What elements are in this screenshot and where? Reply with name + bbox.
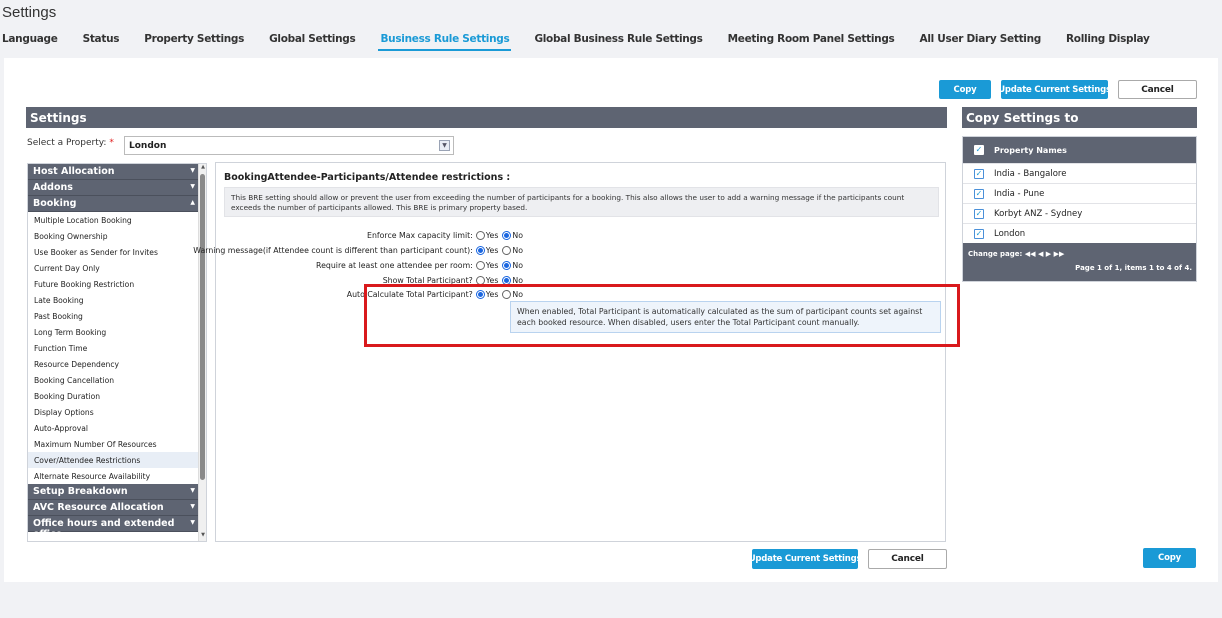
nav-group-office-hours[interactable]: Office hours and extended office ▼ [28,516,199,540]
tab-rolling-display[interactable]: Rolling Display [1064,33,1152,51]
tab-property-settings[interactable]: Property Settings [142,33,246,51]
nav-item-multiple-location-booking[interactable]: Multiple Location Booking [28,212,199,228]
pager-info: Page 1 of 1, items 1 to 4 of 4. [1075,264,1192,272]
table-row: ✓ India - Pune [963,183,1196,203]
page-title: Settings [2,4,57,21]
nav-group-host-allocation[interactable]: Host Allocation ▼ [28,164,199,180]
nav-item-long-term-booking[interactable]: Long Term Booking [28,324,199,340]
highlight-box [364,284,960,347]
settings-tabs: Language Status Property Settings Global… [0,33,1173,51]
copy-properties-table: ✓ Property Names ✓ India - Bangalore ✓ I… [962,136,1197,282]
rule-description: This BRE setting should allow or prevent… [224,187,939,217]
copy-settings-header: Copy Settings to [962,107,1197,128]
table-header: ✓ Property Names [963,137,1196,163]
nav-item-late-booking[interactable]: Late Booking [28,292,199,308]
nav-item-display-options[interactable]: Display Options [28,404,199,420]
nav-scrollbar[interactable]: ▲ ▼ [198,164,206,541]
copy-button-bottom[interactable]: Copy [1143,548,1196,568]
setting-require-attendee-per-room: Require at least one attendee per room: … [316,261,523,270]
row-checkbox[interactable]: ✓ [974,168,984,179]
radio-yes[interactable] [475,261,485,270]
chevron-down-icon: ▼ [190,503,195,510]
rule-content-panel: BookingAttendee-Participants/Attendee re… [193,162,946,542]
property-select[interactable]: London ▼ [124,136,454,155]
radio-yes[interactable] [475,246,485,255]
setting-warning-message: Warning message(if Attendee count is dif… [193,246,523,255]
radio-no[interactable] [502,231,512,240]
nav-item-cover-attendee-restrictions[interactable]: Cover/Attendee Restrictions [28,452,199,468]
nav-item-use-booker-as-sender[interactable]: Use Booker as Sender for Invites [28,244,199,260]
business-rule-nav: Host Allocation ▼ Addons ▼ Booking ▲ Multip… [27,163,207,542]
scroll-up-icon[interactable]: ▲ [199,164,206,173]
nav-item-future-booking-restriction[interactable]: Future Booking Restriction [28,276,199,292]
nav-item-alternate-resource-availability[interactable]: Alternate Resource Availability [28,468,199,484]
radio-no[interactable] [502,246,512,255]
copy-button-top[interactable]: Copy [939,80,991,99]
setting-label: Require at least one attendee per room: [316,261,473,270]
chevron-down-icon: ▼ [190,167,195,174]
nav-scrollbar-thumb[interactable] [200,174,205,480]
chevron-down-icon: ▼ [190,183,195,190]
update-current-settings-button-top[interactable]: Update Current Settings [998,80,1111,99]
row-checkbox[interactable]: ✓ [974,208,984,219]
nav-item-maximum-number-of-resources[interactable]: Maximum Number Of Resources [28,436,199,452]
chevron-down-icon[interactable]: ▼ [439,140,450,151]
pager-nav-icons[interactable]: ◀◀ ◀ ▶ ▶▶ [1025,250,1065,258]
table-row: ✓ India - Bangalore [963,163,1196,183]
required-marker: * [109,138,114,148]
row-checkbox[interactable]: ✓ [974,188,984,199]
nav-item-booking-ownership[interactable]: Booking Ownership [28,228,199,244]
chevron-up-icon: ▲ [190,199,195,206]
update-current-settings-button-bottom[interactable]: Update Current Settings [749,549,862,569]
tab-business-rule-settings[interactable]: Business Rule Settings [378,33,512,51]
tab-all-user-diary-setting[interactable]: All User Diary Setting [918,33,1044,51]
setting-label: Enforce Max capacity limit: [367,231,473,240]
nav-item-booking-duration[interactable]: Booking Duration [28,388,199,404]
settings-panel-header: Settings [26,107,947,128]
property-name: Korbyt ANZ - Sydney [994,208,1083,219]
radio-yes[interactable] [475,231,485,240]
cancel-button-top[interactable]: Cancel [1118,80,1197,99]
nav-group-avc-resource-allocation[interactable]: AVC Resource Allocation ▼ [28,500,199,516]
tab-status[interactable]: Status [81,33,122,51]
property-name: India - Bangalore [994,168,1067,179]
column-property-names: Property Names [994,145,1067,155]
cancel-button-bottom[interactable]: Cancel [868,549,947,569]
nav-item-resource-dependency[interactable]: Resource Dependency [28,356,199,372]
property-label: Select a Property: * [27,138,114,148]
pager-controls: Change page: ◀◀ ◀ ▶ ▶▶ [968,250,1064,258]
tab-global-settings[interactable]: Global Settings [267,33,357,51]
nav-item-booking-cancellation[interactable]: Booking Cancellation [28,372,199,388]
tab-language[interactable]: Language [0,33,60,51]
row-checkbox[interactable]: ✓ [974,228,984,239]
table-pager: Change page: ◀◀ ◀ ▶ ▶▶ Page 1 of 1, item… [963,243,1196,281]
pager-label: Change page: [968,250,1023,258]
setting-label: Warning message(if Attendee count is dif… [193,246,473,255]
nav-item-function-time[interactable]: Function Time [28,340,199,356]
select-all-checkbox[interactable]: ✓ [974,145,984,155]
nav-group-setup-breakdown[interactable]: Setup Breakdown ▼ [28,484,199,500]
nav-item-past-booking[interactable]: Past Booking [28,308,199,324]
property-name: London [994,228,1026,239]
chevron-down-icon: ▼ [190,519,195,526]
property-select-value: London [129,141,167,151]
rule-title: BookingAttendee-Participants/Attendee re… [224,172,511,183]
radio-no[interactable] [502,261,512,270]
table-row: ✓ Korbyt ANZ - Sydney [963,203,1196,223]
table-row: ✓ London [963,223,1196,243]
nav-group-addons[interactable]: Addons ▼ [28,180,199,196]
tab-global-business-rule-settings[interactable]: Global Business Rule Settings [532,33,704,51]
chevron-down-icon: ▼ [190,487,195,494]
property-name: India - Pune [994,188,1045,199]
nav-group-booking[interactable]: Booking ▲ [28,196,199,212]
setting-enforce-max-capacity: Enforce Max capacity limit: Yes No [367,231,523,240]
scroll-down-icon[interactable]: ▼ [199,532,206,541]
nav-item-current-day-only[interactable]: Current Day Only [28,260,199,276]
top-bar: Settings Language Status Property Settin… [0,0,1222,56]
tab-meeting-room-panel-settings[interactable]: Meeting Room Panel Settings [726,33,897,51]
nav-item-auto-approval[interactable]: Auto-Approval [28,420,199,436]
